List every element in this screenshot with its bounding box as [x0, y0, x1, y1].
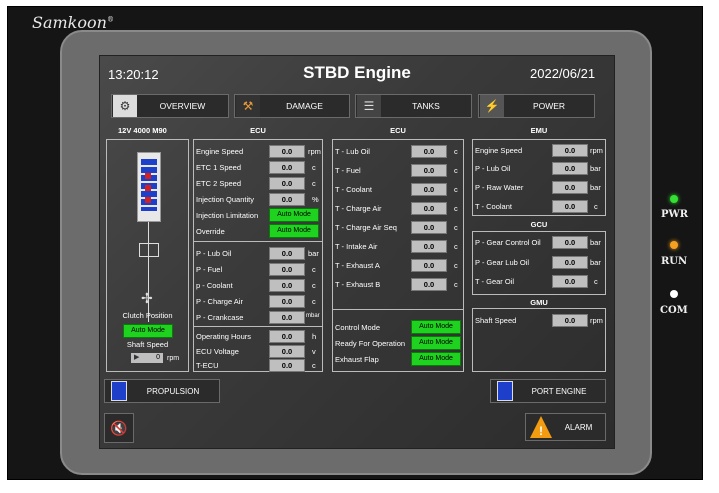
- ecu1-row: ETC 2 Speed 0.0 c: [196, 177, 316, 190]
- ecu1-row: Engine Speed 0.0 rpm: [196, 145, 321, 158]
- ecu2-row: Exhaust Flap Auto Mode: [333, 352, 463, 366]
- gcu-title: GCU: [530, 220, 548, 229]
- gearbox-icon: [139, 243, 159, 257]
- ecu2-row: T - Intake Air 0.0 c: [335, 240, 458, 253]
- engine-status-panel: ✢ Clutch Position Auto Mode Shaft Speed …: [106, 139, 189, 372]
- shaft-line: [148, 222, 149, 322]
- com-label: COM: [660, 305, 688, 316]
- hmi-screen: 13:20:12 STBD Engine 2022/06/21 ⚙ OVERVIE…: [99, 55, 615, 449]
- pwr-led-icon: [670, 195, 678, 203]
- emu-panel: Engine Speed 0.0 rpm P - Lub Oil 0.0 bar P -…: [472, 139, 606, 216]
- ecu1-title: ECU: [250, 126, 266, 135]
- chevron-right-icon: ▶: [134, 354, 140, 361]
- ecu1-row: P - Fuel 0.0 c: [196, 263, 316, 276]
- ecu1-row: T-ECU 0.0 c: [196, 359, 316, 372]
- power-button[interactable]: ⚡ POWER: [478, 94, 595, 118]
- ecu1-row: P - Crankcase 0.0 mbar: [196, 311, 320, 324]
- ecu1-row: Override Auto Mode: [194, 224, 322, 238]
- alarm-button[interactable]: ! ALARM: [525, 413, 606, 441]
- engine-icon: [111, 381, 127, 401]
- ecu2-row: Control Mode Auto Mode: [333, 320, 463, 334]
- overview-button[interactable]: ⚙ OVERVIEW: [111, 94, 229, 118]
- crossed-tools-icon: ⚒: [236, 95, 260, 117]
- gcu-panel: P - Gear Control Oil 0.0 bar P - Gear Lub …: [472, 231, 606, 295]
- ecu1-row: ETC 1 Speed 0.0 c: [196, 161, 316, 174]
- clutch-position-label: Clutch Position: [122, 311, 173, 320]
- gmu-panel: Shaft Speed 0.0 rpm: [472, 308, 606, 372]
- run-label: RUN: [661, 256, 688, 267]
- gcu-row: T - Gear Oil 0.0 c: [475, 275, 598, 288]
- ecu2-title: ECU: [390, 126, 406, 135]
- date: 2022/06/21: [530, 66, 596, 81]
- gcu-row: P - Gear Lub Oil 0.0 bar: [475, 256, 601, 269]
- emu-row: P - Raw Water 0.0 bar: [475, 181, 601, 194]
- ecu1-row: ECU Voltage 0.0 v: [196, 345, 316, 358]
- gcu-row: P - Gear Control Oil 0.0 bar: [475, 236, 601, 249]
- ecu1-row: Operating Hours 0.0 h: [196, 330, 317, 343]
- exhaust-flap-indicator: Auto Mode: [411, 352, 461, 366]
- damage-button[interactable]: ⚒ DAMAGE: [234, 94, 350, 118]
- ecu2-row: T - Coolant 0.0 c: [335, 183, 458, 196]
- emu-row: T - Coolant 0.0 c: [475, 200, 598, 213]
- shaft-speed-label: Shaft Speed: [126, 340, 169, 349]
- ecu2-row: T - Fuel 0.0 c: [335, 164, 458, 177]
- ecu1-row: Injection Quantity 0.0%: [196, 193, 319, 206]
- ecu1-row: P - Charge Air 0.0 c: [196, 295, 316, 308]
- com-led-icon: [670, 290, 678, 298]
- engine-icon: [497, 381, 513, 401]
- engine-model: 12V 4000 M90: [118, 126, 167, 135]
- run-led-icon: [670, 241, 678, 249]
- propeller-icon: ✢: [141, 290, 153, 306]
- ecu2-row: T - Lub Oil 0.0 c: [335, 145, 458, 158]
- gmu-row: Shaft Speed 0.0 rpm: [475, 314, 603, 327]
- emu-row: Engine Speed 0.0 rpm: [475, 144, 603, 157]
- mute-speaker-icon[interactable]: 🔇: [104, 413, 134, 443]
- wrench-circle-icon: ⚙: [113, 95, 137, 117]
- control-mode-indicator: Auto Mode: [411, 320, 461, 334]
- ecu1-row: P - Lub Oil 0.0 bar: [196, 247, 319, 260]
- engine-graphic: [137, 152, 161, 222]
- ecu1-row: Injection Limitation Auto Mode: [194, 208, 322, 222]
- tanks-button[interactable]: ☰ TANKS: [355, 94, 472, 118]
- gmu-title: GMU: [530, 298, 548, 307]
- injection-limitation-indicator: Auto Mode: [269, 208, 319, 222]
- ecu2-row: T - Charge Air Seq 0.0 c: [335, 221, 458, 234]
- emu-title: EMU: [530, 126, 548, 135]
- pwr-label: PWR: [661, 209, 689, 220]
- ready-for-operation-indicator: Auto Mode: [411, 336, 461, 350]
- propulsion-button[interactable]: PROPULSION: [104, 379, 220, 403]
- override-indicator: Auto Mode: [269, 224, 319, 238]
- port-engine-button[interactable]: PORT ENGINE: [490, 379, 606, 403]
- shaft-speed-unit: rpm: [167, 355, 180, 362]
- tank-icon: ☰: [357, 95, 381, 117]
- ecu1-panel: Engine Speed 0.0 rpm ETC 1 Speed 0.0 c ETC 2…: [193, 139, 323, 372]
- ecu2-row: T - Exhaust A 0.0 c: [335, 259, 458, 272]
- ecu2-row: T - Charge Air 0.0 c: [335, 202, 458, 215]
- warning-icon: !: [530, 416, 552, 438]
- emu-row: P - Lub Oil 0.0 bar: [475, 162, 601, 175]
- ecu2-row: T - Exhaust B 0.0 c: [335, 278, 458, 291]
- ecu2-panel: T - Lub Oil 0.0 c T - Fuel 0.0 c T - Coolant…: [332, 139, 464, 372]
- ecu1-row: p - Coolant 0.0 c: [196, 279, 316, 292]
- ecu2-row: Ready For Operation Auto Mode: [333, 336, 463, 350]
- clutch-mode-indicator: Auto Mode: [123, 324, 173, 338]
- generator-icon: ⚡: [480, 95, 504, 117]
